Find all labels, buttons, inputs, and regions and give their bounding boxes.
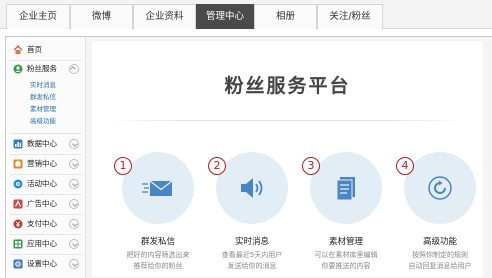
sidebar-item-label: 活动中心 xyxy=(27,179,57,188)
sidebar-item-label: 数据中心 xyxy=(27,139,57,148)
sidebar-sub-mass-dm[interactable]: 群发私信 xyxy=(30,91,56,103)
chevron-down-icon[interactable] xyxy=(69,139,79,149)
feature-realtime-messages[interactable]: 2 实时消息 查看最近5天内用户 发送给你的消息 xyxy=(208,152,288,272)
fans-icon xyxy=(13,64,23,74)
sidebar-item-ads-center[interactable]: 广告中心 xyxy=(6,195,86,213)
tab-album[interactable]: 相册 xyxy=(254,4,317,29)
divider xyxy=(112,120,463,121)
chevron-down-icon[interactable] xyxy=(69,219,79,229)
sidebar-item-payment-center[interactable]: 支付中心 xyxy=(6,215,86,233)
sidebar-item-marketing-center[interactable]: 营销中心 xyxy=(6,155,86,173)
marketing-icon xyxy=(13,159,23,169)
tab-follow-fans[interactable]: 关注/粉丝 xyxy=(317,4,383,29)
sidebar-sub-realtime-messages[interactable]: 实时消息 xyxy=(30,79,56,91)
feature-mass-dm[interactable]: 1 群发私信 把好的内容筛选出来 推荐给你的粉丝 xyxy=(114,152,194,272)
number-badge: 2 xyxy=(208,157,226,175)
page-title: 粉丝服务平台 xyxy=(224,75,351,97)
sidebar-item-label: 支付中心 xyxy=(27,219,57,228)
main-area: 粉丝服务平台 1 群发私信 把好的内容筛选出来 推荐给你的粉丝 2 实时消息 查… xyxy=(87,37,492,278)
feature-title: 高级功能 xyxy=(422,237,457,247)
sidebar-item-label: 设置中心 xyxy=(27,259,57,268)
sidebar-item-label: 营销中心 xyxy=(27,159,57,168)
sidebar-item-home[interactable]: 首页 xyxy=(6,41,86,59)
sidebar-item-data-center[interactable]: 数据中心 xyxy=(6,135,86,153)
tab-company-info[interactable]: 企业资料 xyxy=(133,4,196,29)
sidebar: 首页 粉丝服务 实时消息 群发私信 素材管理 高级功能 数据中心 营销中心 活动… xyxy=(6,37,86,278)
feature-description: 按照你制定的规则 自动回复消息给用户 xyxy=(408,251,472,270)
sidebar-sub-materials[interactable]: 素材管理 xyxy=(30,103,56,115)
envelope-icon xyxy=(142,180,173,196)
chevron-down-icon[interactable] xyxy=(69,199,79,209)
data-center-icon xyxy=(13,139,23,149)
chevron-down-icon[interactable] xyxy=(69,259,79,269)
chevron-down-icon[interactable] xyxy=(69,159,79,169)
tab-weibo[interactable]: 微博 xyxy=(70,4,133,29)
sidebar-item-activity-center[interactable]: 活动中心 xyxy=(6,175,86,193)
speaker-icon xyxy=(241,178,263,198)
tab-management[interactable]: 管理中心 xyxy=(196,4,254,29)
top-nav: 企业主页 微博 企业资料 管理中心 相册 关注/粉丝 xyxy=(0,0,492,29)
number-badge: 3 xyxy=(302,157,320,175)
tab-home[interactable]: 企业主页 xyxy=(6,4,70,29)
number-badge: 4 xyxy=(396,157,414,175)
sidebar-item-label: 首页 xyxy=(27,45,42,54)
chevron-down-icon[interactable] xyxy=(69,179,79,189)
divider xyxy=(10,133,82,134)
feature-advanced[interactable]: 4 高级功能 按照你制定的规则 自动回复消息给用户 xyxy=(396,152,476,272)
chevron-down-icon[interactable] xyxy=(69,239,79,249)
fans-service-panel: 粉丝服务平台 1 群发私信 把好的内容筛选出来 推荐给你的粉丝 2 实时消息 查… xyxy=(92,41,483,277)
number-badge: 1 xyxy=(114,157,132,175)
feature-material-management[interactable]: 3 素材管理 可以在素材库里编辑 你要推送的内容 xyxy=(302,152,382,272)
sidebar-item-label: 广告中心 xyxy=(27,199,57,208)
app-icon xyxy=(13,239,23,249)
sidebar-sub-advanced[interactable]: 高级功能 xyxy=(30,115,56,127)
sidebar-item-settings-center[interactable]: 设置中心 xyxy=(6,255,86,273)
chevron-up-icon[interactable] xyxy=(69,64,79,74)
home-icon xyxy=(13,45,23,54)
settings-icon xyxy=(13,259,23,269)
content-frame: 首页 粉丝服务 实时消息 群发私信 素材管理 高级功能 数据中心 营销中心 活动… xyxy=(5,36,492,278)
sidebar-item-label: 粉丝服务 xyxy=(27,64,57,73)
payment-icon xyxy=(13,219,23,229)
activity-icon xyxy=(13,179,23,189)
sidebar-item-fans-service[interactable]: 粉丝服务 xyxy=(6,60,86,78)
sidebar-item-label: 应用中心 xyxy=(27,239,57,248)
ads-icon xyxy=(13,199,23,209)
sidebar-item-app-center[interactable]: 应用中心 xyxy=(6,235,86,253)
document-icon xyxy=(336,177,355,201)
refresh-icon xyxy=(428,176,452,200)
